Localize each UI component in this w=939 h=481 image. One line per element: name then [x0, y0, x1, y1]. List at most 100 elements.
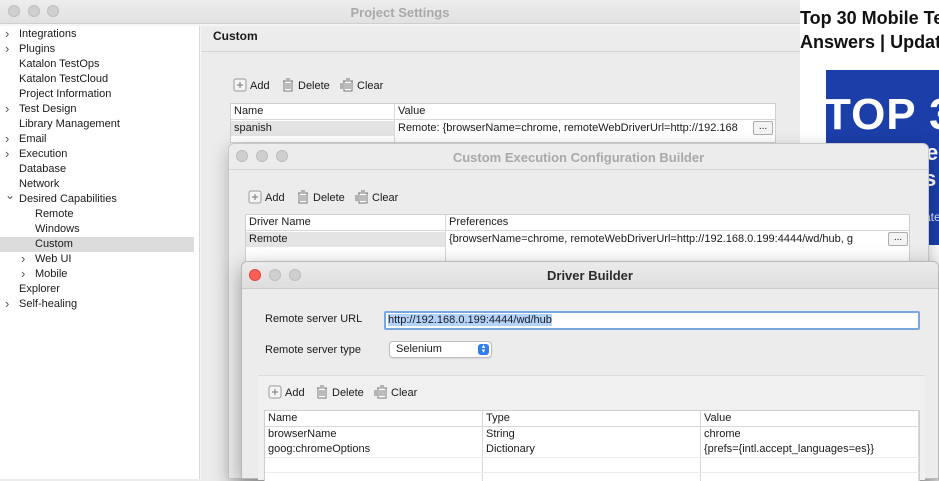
tree-item-custom[interactable]: Custom: [0, 237, 194, 252]
tree-item-library-management[interactable]: Library Management: [0, 117, 194, 132]
chevron-down-icon[interactable]: ⌄: [5, 188, 15, 203]
tree-item-execution[interactable]: › Execution: [0, 146, 194, 162]
delete-button[interactable]: Delete: [281, 78, 330, 94]
remote-type-select[interactable]: Selenium ▴ ▾: [389, 341, 492, 358]
delete-label: Delete: [313, 192, 345, 204]
tree-item-label: Database: [19, 163, 67, 175]
trash-icon: [298, 190, 308, 204]
tree-item-desired-capabilities[interactable]: ⌄ Desired Capabilities: [0, 188, 194, 207]
clear-button[interactable]: Clear: [374, 385, 417, 401]
row-value[interactable]: Remote: {browserName=chrome, remoteWebDr…: [396, 121, 751, 136]
clear-label: Clear: [391, 387, 418, 399]
tree-item-label: Mobile: [35, 268, 68, 280]
column-header-preferences[interactable]: Preferences: [447, 215, 508, 230]
tree-item-label: Test Design: [19, 103, 77, 115]
trash-icon: [317, 385, 327, 399]
add-label: Add: [250, 80, 270, 92]
capability-name[interactable]: browserName: [266, 427, 336, 442]
chevron-updown-icon: ▴ ▾: [478, 343, 489, 355]
trash-icon: [283, 78, 293, 92]
row-divider: [265, 472, 919, 473]
add-icon: [233, 78, 247, 92]
clear-button[interactable]: Clear: [355, 190, 398, 206]
add-label: Add: [285, 387, 305, 399]
capability-type[interactable]: String: [484, 427, 515, 442]
tree-item-database[interactable]: Database: [0, 162, 194, 177]
tree-item-web-ui[interactable]: › Web UI: [0, 251, 194, 267]
chevron-right-icon[interactable]: ›: [5, 26, 9, 41]
remote-url-input[interactable]: http://192.168.0.199:4444/wd/hub: [384, 311, 920, 330]
driver-builder-titlebar[interactable]: Driver Builder: [242, 262, 938, 289]
tree-item-explorer[interactable]: Explorer: [0, 282, 194, 297]
tree-item-windows[interactable]: Windows: [0, 222, 194, 237]
chevron-right-icon[interactable]: ›: [5, 101, 9, 116]
add-button[interactable]: Add: [268, 385, 305, 401]
remote-url-value: http://192.168.0.199:4444/wd/hub: [388, 314, 552, 326]
column-header-name[interactable]: Name: [266, 411, 297, 426]
tree-item-katalon-testops[interactable]: Katalon TestOps: [0, 57, 194, 72]
tree-item-mobile[interactable]: › Mobile: [0, 266, 194, 282]
tree-item-plugins[interactable]: › Plugins: [0, 41, 194, 57]
chevron-right-icon[interactable]: ›: [21, 251, 25, 266]
tree-item-label: Katalon TestOps: [19, 58, 100, 70]
remote-url-label: Remote server URL: [265, 313, 363, 325]
tree-item-label: Library Management: [19, 118, 120, 130]
clear-button[interactable]: Clear: [340, 78, 383, 94]
tree-item-label: Windows: [35, 223, 80, 235]
edit-preferences-button[interactable]: ...: [888, 232, 908, 246]
web-title-line-1: Top 30 Mobile Te: [800, 8, 939, 28]
column-header-name[interactable]: Name: [232, 104, 263, 119]
chevron-right-icon[interactable]: ›: [5, 296, 9, 311]
column-header-value[interactable]: Value: [702, 411, 731, 426]
tree-item-project-information[interactable]: Project Information: [0, 87, 194, 102]
column-header-value[interactable]: Value: [396, 104, 425, 119]
delete-label: Delete: [332, 387, 364, 399]
driver-configs-table: Driver Name Preferences Remote {browserN…: [245, 214, 910, 266]
chevron-right-icon[interactable]: ›: [5, 146, 9, 161]
row-name: spanish: [234, 122, 272, 134]
divider: [201, 51, 800, 52]
capability-name[interactable]: goog:chromeOptions: [266, 442, 370, 457]
tree-item-label: Integrations: [19, 28, 77, 40]
column-separator: [918, 411, 919, 481]
tree-item-label: Web UI: [35, 253, 72, 265]
add-icon: [268, 385, 282, 399]
capabilities-table: Name Type Value browserName String chrom…: [264, 410, 920, 481]
section-heading: Custom: [213, 29, 258, 43]
row-preferences[interactable]: {browserName=chrome, remoteWebDriverUrl=…: [447, 232, 887, 247]
tree-item-network[interactable]: Network: [0, 177, 194, 192]
column-header-type[interactable]: Type: [484, 411, 510, 426]
capability-type[interactable]: Dictionary: [484, 442, 535, 457]
chevron-right-icon[interactable]: ›: [21, 266, 25, 281]
capability-value[interactable]: chrome: [702, 427, 741, 442]
capability-value[interactable]: {prefs={intl.accept_languages=es}}: [702, 442, 874, 457]
edit-value-button[interactable]: ...: [753, 121, 773, 135]
tree-item-label: Custom: [35, 238, 73, 250]
web-article-title[interactable]: Top 30 Mobile Te Answers | Update: [800, 6, 939, 54]
add-button[interactable]: Add: [233, 78, 270, 94]
tree-item-test-design[interactable]: › Test Design: [0, 101, 194, 117]
delete-button[interactable]: Delete: [315, 385, 364, 401]
web-title-line-2: Answers | Update: [800, 32, 939, 52]
tree-item-remote[interactable]: Remote: [0, 207, 194, 222]
tree-item-integrations[interactable]: › Integrations: [0, 26, 194, 42]
project-settings-titlebar[interactable]: Project Settings: [0, 0, 800, 24]
builder-titlebar[interactable]: Custom Execution Configuration Builder: [229, 144, 928, 170]
tree-item-katalon-testcloud[interactable]: Katalon TestCloud: [0, 72, 194, 87]
add-button[interactable]: Add: [248, 190, 285, 206]
delete-button[interactable]: Delete: [296, 190, 345, 206]
tree-item-self-healing[interactable]: › Self-healing: [0, 296, 194, 312]
chevron-right-icon[interactable]: ›: [5, 131, 9, 146]
clear-icon: [355, 190, 368, 204]
column-separator: [394, 104, 395, 142]
chevron-right-icon[interactable]: ›: [5, 41, 9, 56]
row-driver-name: Remote: [249, 233, 288, 245]
window-title: Driver Builder: [547, 268, 633, 283]
window-title: Custom Execution Configuration Builder: [452, 150, 705, 165]
capabilities-panel: Add Delete Clear Name Type Value browser…: [258, 375, 925, 481]
tree-item-label: Self-healing: [19, 298, 78, 310]
column-separator: [445, 215, 446, 265]
row-divider: [265, 457, 919, 458]
tree-item-email[interactable]: › Email: [0, 131, 194, 147]
column-header-driver-name[interactable]: Driver Name: [247, 215, 311, 230]
